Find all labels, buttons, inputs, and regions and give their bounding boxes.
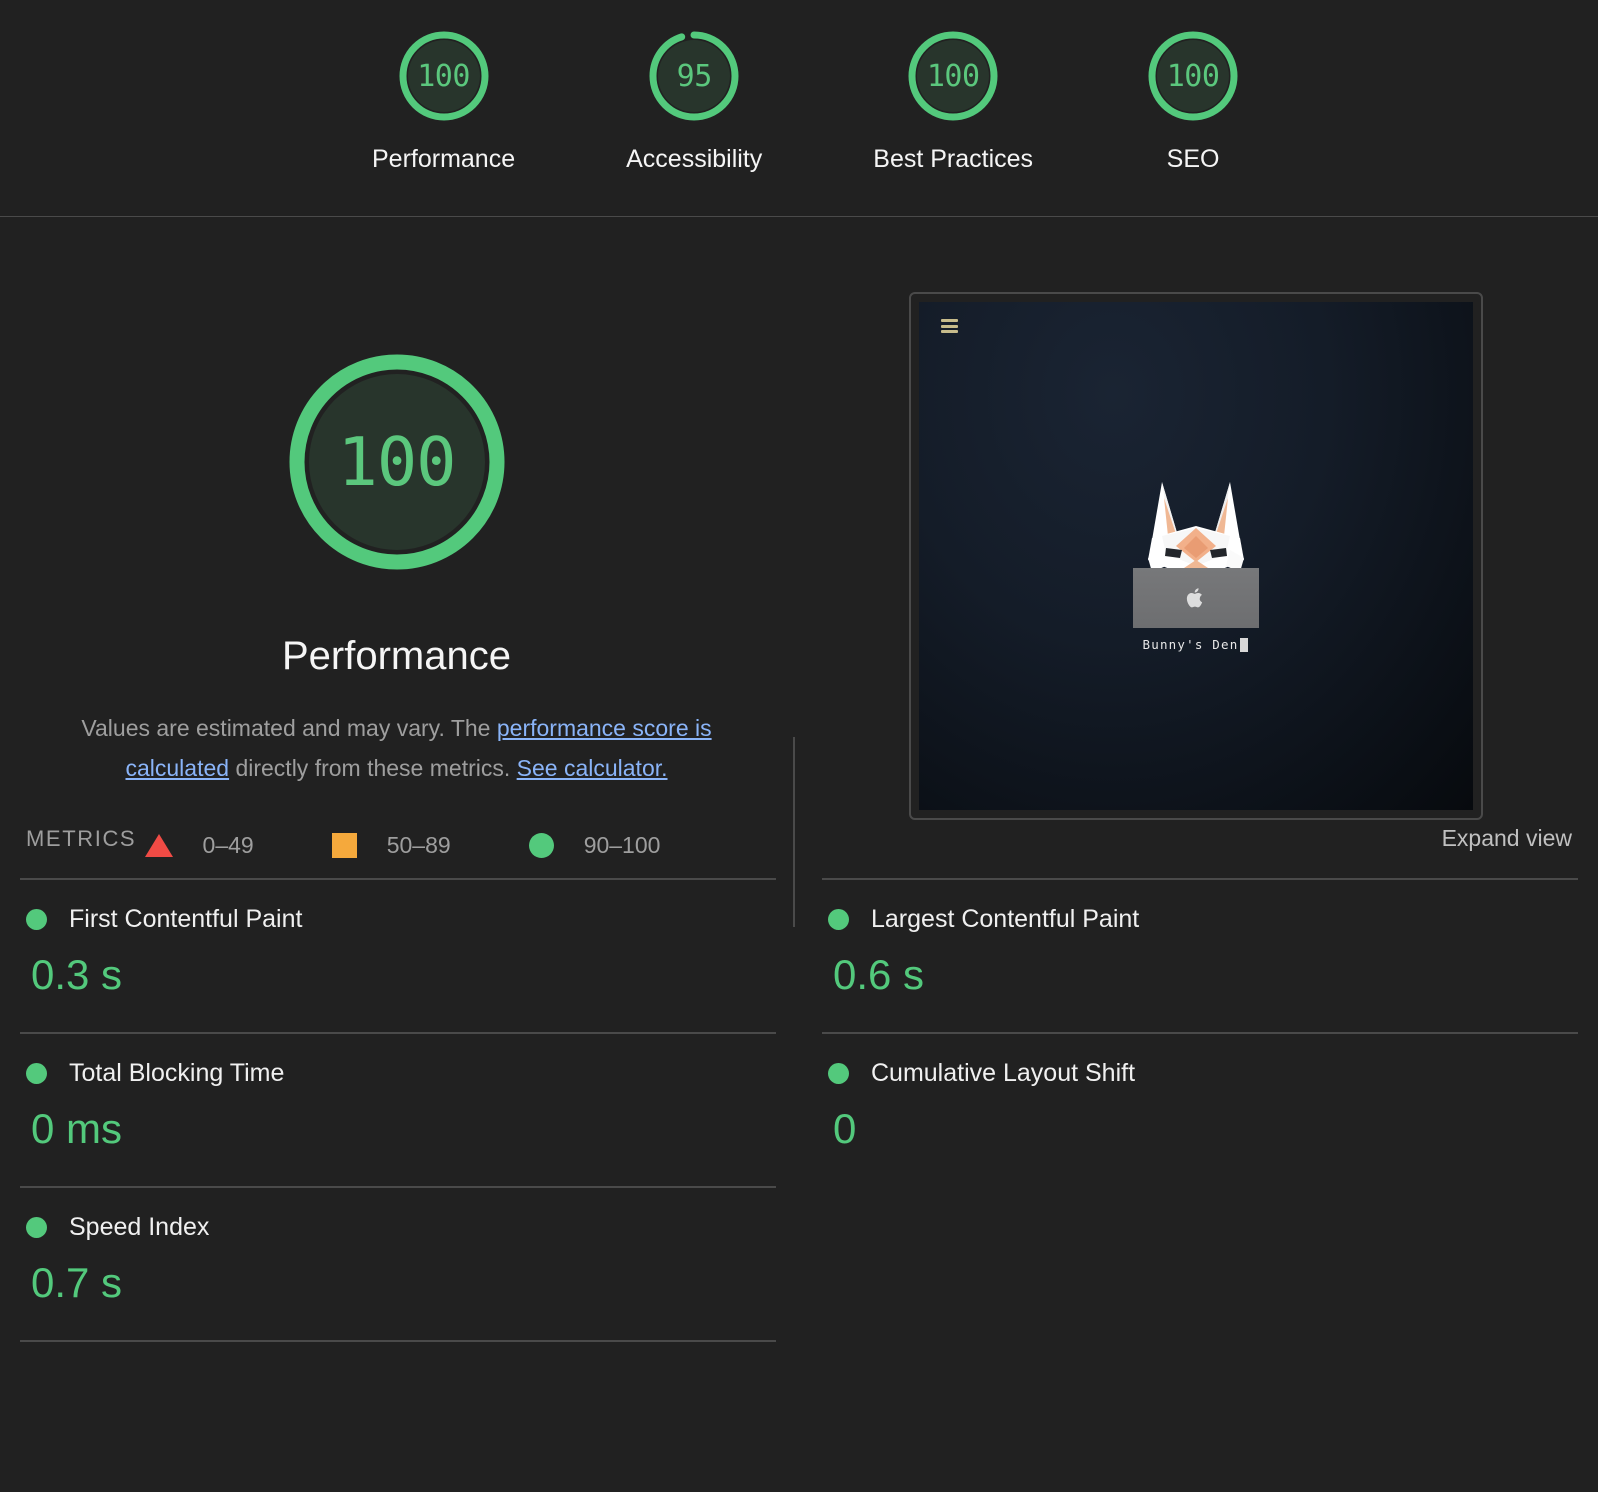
screenshot-caption: Bunny's Den [1143,637,1249,652]
gauge-ring-best-practices: 100 [904,27,1002,125]
metric-label: Speed Index [69,1213,210,1241]
disclaimer-text-part-2: directly from these metrics. [229,754,517,781]
gauge-ring-accessibility: 95 [645,27,743,125]
gauge-list: 100 Performance 95 Accessibility 100 Bes… [0,0,1598,174]
metric-cumulative-layout-shift[interactable]: Cumulative Layout Shift 0 [822,1032,1578,1186]
metric-value: 0.3 s [31,951,123,998]
metrics-section-title: METRICS [26,826,137,851]
final-screenshot-image: Bunny's Den [918,302,1473,810]
metric-head: Cumulative Layout Shift [828,1059,1578,1088]
metric-value: 0.6 s [833,951,925,998]
category-score-bar: 100 Performance 95 Accessibility 100 Bes… [0,0,1598,217]
metric-first-contentful-paint[interactable]: First Contentful Paint 0.3 s [20,878,776,1032]
hamburger-menu-icon [940,319,958,333]
metric-value: 0 [833,1105,857,1152]
metric-label: Cumulative Layout Shift [871,1059,1136,1087]
gauge-ring-performance: 100 [395,27,493,125]
circle-icon [26,1217,47,1238]
score-disclaimer: Values are estimated and may vary. The p… [73,709,721,788]
gauge-performance[interactable]: 100 Performance [372,27,515,174]
metric-largest-contentful-paint[interactable]: Largest Contentful Paint 0.6 s [822,878,1578,1032]
hero-score-column: 100 Performance Values are estimated and… [0,292,793,859]
gauge-score-performance: 100 [417,58,470,94]
gauge-seo[interactable]: 100 SEO [1144,27,1242,174]
performance-score-value: 100 [337,423,456,501]
metric-label: Total Blocking Time [69,1059,285,1087]
gauge-score-best-practices: 100 [926,58,980,94]
final-screenshot-column: Bunny's Den [793,292,1598,859]
metrics-grid: First Contentful Paint 0.3 s Largest Con… [0,878,1598,1342]
metric-head: Total Blocking Time [26,1059,776,1088]
gauge-ring-seo: 100 [1144,27,1242,125]
laptop-body [1132,568,1259,628]
gauge-label-best-practices: Best Practices [873,145,1034,173]
metric-total-blocking-time[interactable]: Total Blocking Time 0 ms [20,1032,776,1186]
gauge-label-performance: Performance [372,145,516,173]
metric-head: Speed Index [26,1213,776,1242]
gauge-label-accessibility: Accessibility [626,145,763,173]
performance-gauge-large: 100 [280,345,514,579]
metric-value: 0.7 s [31,1259,123,1306]
screenshot-hero-art: Bunny's Den [1096,480,1296,652]
circle-icon [828,1063,849,1084]
metric-value: 0 ms [31,1105,123,1152]
see-calculator-link[interactable]: See calculator. [517,755,668,781]
metric-speed-index[interactable]: Speed Index 0.7 s [20,1186,776,1342]
gauge-score-accessibility: 95 [676,58,713,94]
disclaimer-text-part-1: Values are estimated and may vary. The [81,715,497,741]
metric-head: Largest Contentful Paint [828,905,1578,934]
final-screenshot-frame[interactable]: Bunny's Den [908,292,1483,820]
apple-logo-icon [1186,588,1202,608]
circle-icon [26,1063,47,1084]
circle-icon [828,909,849,930]
category-hero: 100 Performance Values are estimated and… [0,217,1598,927]
gauge-accessibility[interactable]: 95 Accessibility [626,27,762,174]
gauge-label-seo: SEO [1166,145,1220,173]
screenshot-caption-text: Bunny's Den [1142,637,1239,652]
metric-label: First Contentful Paint [69,905,303,933]
metric-head: First Contentful Paint [26,905,776,934]
expand-view-button[interactable]: Expand view [1442,825,1572,852]
performance-category-body: 100 Performance Values are estimated and… [0,217,1598,1492]
metric-label: Largest Contentful Paint [871,905,1140,933]
terminal-caret-icon [1240,637,1249,652]
gauge-score-seo: 100 [1166,58,1220,94]
circle-icon [26,909,47,930]
metrics-header: METRICS Expand view [0,825,1598,852]
gauge-best-practices[interactable]: 100 Best Practices [873,27,1033,174]
page-title: Performance [282,634,511,678]
